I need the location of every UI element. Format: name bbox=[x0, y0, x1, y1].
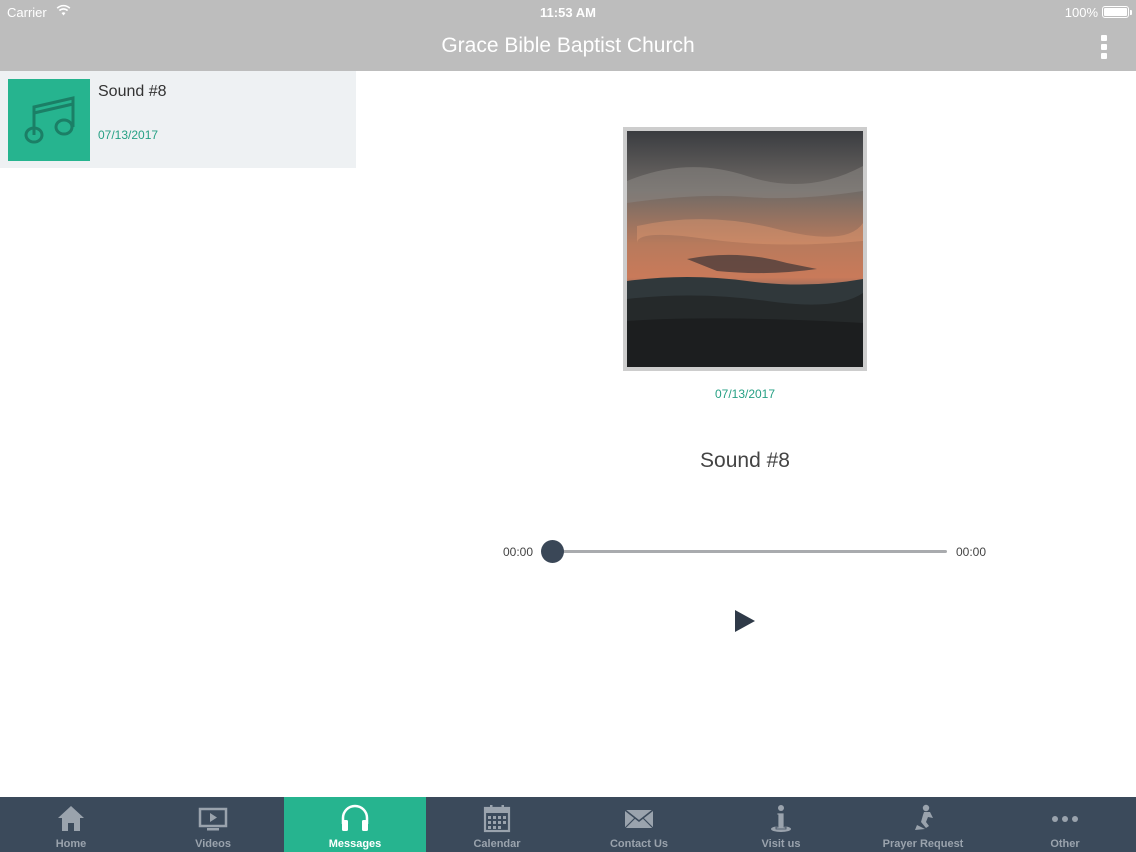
tab-contact-us[interactable]: Contact Us bbox=[568, 797, 710, 852]
status-time: 11:53 AM bbox=[540, 5, 596, 20]
list-item-thumbnail bbox=[8, 79, 90, 161]
progress-slider-thumb[interactable] bbox=[541, 540, 564, 563]
info-icon bbox=[771, 805, 791, 832]
play-icon bbox=[735, 610, 755, 632]
tab-messages[interactable]: Messages bbox=[284, 797, 426, 852]
tab-calendar[interactable]: Calendar bbox=[426, 797, 568, 852]
artwork-image bbox=[623, 127, 867, 371]
tab-label-prayer-request: Prayer Request bbox=[882, 838, 964, 850]
tab-label-videos: Videos bbox=[195, 838, 231, 850]
more-vertical-icon[interactable] bbox=[1092, 34, 1116, 62]
home-icon bbox=[58, 806, 84, 831]
more-horizontal-icon bbox=[1052, 816, 1078, 822]
header-bar: Carrier 11:53 AM 100% Grace Bible Baptis… bbox=[0, 0, 1136, 71]
list-item[interactable]: Sound #8 07/13/2017 bbox=[0, 71, 356, 168]
total-time: 00:00 bbox=[956, 545, 987, 559]
tab-bar: Home Videos Messages Calendar Contact Us… bbox=[0, 797, 1136, 852]
tv-icon bbox=[198, 807, 228, 831]
tab-other[interactable]: Other bbox=[994, 797, 1136, 852]
page-title: Grace Bible Baptist Church bbox=[441, 34, 695, 57]
progress-slider-track[interactable] bbox=[553, 550, 947, 553]
tab-label-contact-us: Contact Us bbox=[609, 838, 669, 850]
list-item-title: Sound #8 bbox=[98, 83, 167, 100]
current-time: 00:00 bbox=[503, 545, 534, 559]
tab-prayer-request[interactable]: Prayer Request bbox=[852, 797, 994, 852]
list-item-date: 07/13/2017 bbox=[98, 128, 159, 142]
detail-title: Sound #8 bbox=[700, 449, 790, 472]
music-note-icon bbox=[24, 96, 75, 144]
calendar-icon bbox=[483, 805, 511, 833]
prayer-icon bbox=[915, 804, 933, 830]
tab-label-calendar: Calendar bbox=[473, 838, 521, 850]
tab-home[interactable]: Home bbox=[0, 797, 142, 852]
app-window: Carrier 11:53 AM 100% Grace Bible Baptis… bbox=[0, 0, 1136, 852]
tab-videos[interactable]: Videos bbox=[142, 797, 284, 852]
status-bar: Carrier 11:53 AM 100% bbox=[0, 0, 1136, 24]
battery-icon bbox=[1102, 6, 1132, 18]
tab-label-other: Other bbox=[1050, 838, 1080, 850]
battery-percentage: 100% bbox=[1064, 5, 1098, 20]
tab-label-visit-us: Visit us bbox=[761, 838, 801, 850]
envelope-icon bbox=[624, 809, 654, 829]
tab-label-messages: Messages bbox=[328, 838, 382, 850]
headphones-icon bbox=[341, 804, 369, 831]
play-button[interactable] bbox=[728, 603, 762, 639]
tab-label-home: Home bbox=[55, 838, 87, 850]
detail-date: 07/13/2017 bbox=[714, 387, 776, 401]
tab-visit-us[interactable]: Visit us bbox=[710, 797, 852, 852]
